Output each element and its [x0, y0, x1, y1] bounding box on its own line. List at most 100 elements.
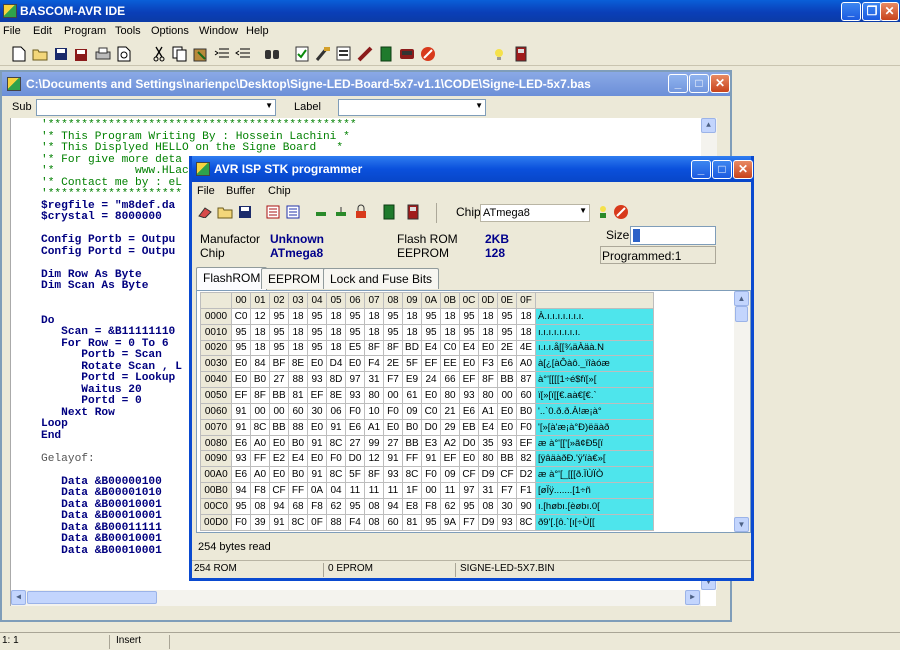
- erase-icon[interactable]: [196, 203, 214, 221]
- hex-byte-cell[interactable]: FF: [288, 482, 308, 499]
- hex-byte-cell[interactable]: 95: [269, 323, 289, 341]
- hex-byte-cell[interactable]: 95: [269, 307, 289, 325]
- hex-byte-cell[interactable]: E9: [402, 371, 422, 389]
- hex-byte-cell[interactable]: C0: [231, 307, 251, 325]
- hex-byte-cell[interactable]: 8D: [326, 371, 346, 389]
- hex-byte-cell[interactable]: 8F: [478, 371, 498, 389]
- ascii-cell[interactable]: '..`0.ð.ð.À!æ¡à°: [535, 402, 654, 420]
- hex-byte-cell[interactable]: 8C: [288, 513, 308, 531]
- hex-byte-cell[interactable]: 81: [288, 387, 308, 404]
- hex-byte-cell[interactable]: 94: [269, 497, 289, 515]
- hex-byte-cell[interactable]: E0: [497, 418, 517, 436]
- ascii-cell[interactable]: ı.ı.ı.å[[¾äÀäà.N: [535, 339, 654, 357]
- hex-byte-cell[interactable]: 35: [478, 434, 498, 452]
- hex-byte-cell[interactable]: E6: [345, 418, 365, 436]
- hex-byte-cell[interactable]: 99: [364, 434, 384, 452]
- hex-byte-cell[interactable]: 95: [383, 307, 403, 325]
- hex-byte-cell[interactable]: E2: [269, 450, 289, 468]
- hex-byte-cell[interactable]: 93: [383, 466, 403, 484]
- open-folder-icon[interactable]: [31, 45, 49, 63]
- light-bulb-icon[interactable]: [490, 45, 508, 63]
- hex-byte-cell[interactable]: 95: [345, 307, 365, 325]
- hex-byte-cell[interactable]: 95: [345, 323, 365, 341]
- hex-byte-cell[interactable]: 95: [497, 323, 517, 341]
- hex-byte-cell[interactable]: 91: [307, 466, 327, 484]
- hex-byte-cell[interactable]: 88: [288, 371, 308, 389]
- hex-byte-cell[interactable]: EF: [516, 434, 536, 452]
- identify-chip-icon[interactable]: [594, 203, 612, 221]
- cut-icon[interactable]: [150, 45, 168, 63]
- hex-byte-cell[interactable]: 09: [402, 402, 422, 420]
- hex-byte-cell[interactable]: 39: [250, 513, 270, 531]
- hex-byte-cell[interactable]: 91: [269, 513, 289, 531]
- hex-byte-cell[interactable]: E0: [269, 466, 289, 484]
- hex-byte-cell[interactable]: E0: [269, 434, 289, 452]
- hex-byte-cell[interactable]: F4: [364, 355, 384, 373]
- hex-byte-cell[interactable]: D9: [478, 513, 498, 531]
- hex-byte-cell[interactable]: E0: [478, 339, 498, 357]
- hex-byte-cell[interactable]: BB: [269, 418, 289, 436]
- scroll-right-button[interactable]: ▶: [685, 590, 700, 605]
- hex-byte-cell[interactable]: 60: [516, 387, 536, 404]
- hex-byte-cell[interactable]: 95: [307, 307, 327, 325]
- hex-byte-cell[interactable]: 27: [383, 434, 403, 452]
- hex-byte-cell[interactable]: A2: [440, 434, 460, 452]
- hex-byte-cell[interactable]: E0: [383, 418, 403, 436]
- hex-byte-cell[interactable]: E0: [459, 355, 479, 373]
- hex-byte-cell[interactable]: F0: [383, 402, 403, 420]
- hex-byte-cell[interactable]: 94: [231, 482, 251, 499]
- hex-byte-cell[interactable]: E0: [421, 387, 441, 404]
- tab-flashrom[interactable]: FlashROM: [196, 267, 268, 290]
- hex-byte-cell[interactable]: EF: [440, 450, 460, 468]
- ascii-cell[interactable]: [øÏÿ.......[1÷ñ: [535, 482, 654, 499]
- hex-byte-cell[interactable]: CF: [269, 482, 289, 499]
- hex-byte-cell[interactable]: 8C: [516, 513, 536, 531]
- programmer-menu-buffer[interactable]: Buffer: [226, 185, 255, 197]
- hex-byte-cell[interactable]: F4: [345, 513, 365, 531]
- hex-byte-cell[interactable]: A0: [250, 434, 270, 452]
- compile-icon[interactable]: [314, 45, 332, 63]
- open-buffer-icon[interactable]: [216, 203, 234, 221]
- hex-byte-cell[interactable]: CF: [459, 466, 479, 484]
- hex-byte-cell[interactable]: 81: [402, 513, 422, 531]
- editor-maximize-button[interactable]: □: [689, 74, 709, 93]
- find-icon[interactable]: [263, 45, 281, 63]
- hex-byte-cell[interactable]: F1: [516, 482, 536, 499]
- menu-tools[interactable]: Tools: [115, 25, 141, 37]
- hex-byte-cell[interactable]: 93: [497, 513, 517, 531]
- hex-byte-cell[interactable]: 8E: [288, 355, 308, 373]
- hex-byte-cell[interactable]: 11: [440, 482, 460, 499]
- hex-byte-cell[interactable]: F8: [307, 497, 327, 515]
- hex-byte-cell[interactable]: 18: [250, 323, 270, 341]
- hex-byte-cell[interactable]: E6: [497, 355, 517, 373]
- hex-byte-cell[interactable]: B0: [402, 418, 422, 436]
- restore-button[interactable]: ❐: [862, 2, 882, 21]
- chip-green-icon[interactable]: [380, 203, 398, 221]
- editor-close-button[interactable]: ✕: [710, 74, 730, 93]
- syntax-check-icon[interactable]: [293, 45, 311, 63]
- hex-byte-cell[interactable]: F0: [516, 418, 536, 436]
- hex-byte-cell[interactable]: 09: [440, 466, 460, 484]
- hex-byte-cell[interactable]: 95: [231, 323, 251, 341]
- hex-byte-cell[interactable]: 18: [326, 339, 346, 357]
- hex-byte-cell[interactable]: 18: [402, 307, 422, 325]
- hex-byte-cell[interactable]: A0: [250, 466, 270, 484]
- hex-byte-cell[interactable]: F8: [421, 497, 441, 515]
- hex-byte-cell[interactable]: 0A: [307, 482, 327, 499]
- lcd-designer-icon[interactable]: [512, 45, 530, 63]
- menu-program[interactable]: Program: [64, 25, 106, 37]
- hex-byte-cell[interactable]: E0: [345, 355, 365, 373]
- hex-byte-cell[interactable]: E0: [459, 450, 479, 468]
- ascii-cell[interactable]: à°'[[[[1÷é$fï[»[: [535, 371, 654, 389]
- hex-byte-cell[interactable]: 60: [383, 513, 403, 531]
- hex-byte-cell[interactable]: 2E: [383, 355, 403, 373]
- hex-byte-cell[interactable]: E6: [231, 466, 251, 484]
- scroll-up-button[interactable]: ▲: [701, 118, 716, 133]
- hex-byte-cell[interactable]: 95: [459, 323, 479, 341]
- hex-byte-cell[interactable]: 18: [440, 307, 460, 325]
- hex-byte-cell[interactable]: A1: [364, 418, 384, 436]
- paste-icon[interactable]: [192, 45, 210, 63]
- ascii-cell[interactable]: ï[»[ï[[€.aà€[€.`: [535, 387, 654, 404]
- hex-byte-cell[interactable]: 80: [440, 387, 460, 404]
- hex-byte-cell[interactable]: 1F: [402, 482, 422, 499]
